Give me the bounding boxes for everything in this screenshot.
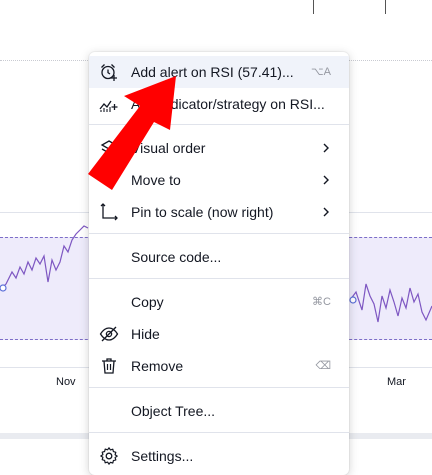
rsi-line-right[interactable]	[349, 283, 432, 323]
menu-item-visual-order[interactable]: Visual order	[89, 132, 349, 164]
menu-item-shortcut: ⌫	[315, 360, 331, 372]
menu-item-pin-to-scale[interactable]: Pin to scale (now right)	[89, 196, 349, 228]
menu-item-label: Source code...	[131, 249, 222, 265]
rsi-point-marker[interactable]	[349, 296, 357, 304]
menu-item-shortcut: ⌘C	[312, 296, 331, 308]
menu-item-hide[interactable]: Hide	[89, 318, 349, 350]
menu-separator	[89, 233, 349, 234]
menu-item-label: Settings...	[131, 448, 194, 464]
alarm-clock-plus-icon	[101, 64, 117, 81]
menu-separator	[89, 432, 349, 433]
trash-icon	[102, 358, 116, 374]
price-tick	[385, 0, 386, 14]
rsi-line-left[interactable]	[0, 225, 89, 291]
menu-separator	[89, 278, 349, 279]
layers-icon	[100, 140, 118, 154]
menu-item-label: Add alert on RSI (57.41)...	[131, 64, 294, 80]
menu-item-label: Add indicator/strategy on RSI...	[131, 96, 325, 112]
rsi-point-marker[interactable]	[0, 284, 7, 292]
menu-item-object-tree[interactable]: Object Tree...	[89, 395, 349, 427]
menu-item-label: Hide	[131, 326, 160, 342]
menu-separator	[89, 124, 349, 125]
menu-item-remove[interactable]: Remove ⌫	[89, 350, 349, 382]
menu-item-label: Remove	[131, 358, 184, 374]
chevron-right-icon	[323, 207, 329, 217]
menu-item-add-alert[interactable]: Add alert on RSI (57.41)... ⌥A	[89, 56, 349, 88]
menu-item-copy[interactable]: Copy ⌘C	[89, 286, 349, 318]
eye-off-icon	[99, 326, 119, 342]
menu-item-settings[interactable]: Settings...	[89, 440, 349, 472]
time-label-mar: Mar	[387, 376, 406, 388]
menu-item-source-code[interactable]: Source code...	[89, 241, 349, 273]
menu-item-label: Visual order	[131, 140, 206, 156]
menu-separator	[89, 387, 349, 388]
gear-icon	[100, 447, 118, 465]
context-menu: Add alert on RSI (57.41)... ⌥A Add indic…	[89, 52, 349, 475]
chevron-right-icon	[323, 175, 329, 185]
menu-item-label: Move to	[131, 172, 181, 188]
menu-item-label: Pin to scale (now right)	[131, 204, 274, 220]
price-tick	[313, 0, 314, 14]
menu-item-add-indicator[interactable]: Add indicator/strategy on RSI...	[89, 88, 349, 120]
time-label-nov: Nov	[56, 376, 76, 388]
menu-item-shortcut: ⌥A	[310, 66, 331, 78]
indicator-plus-icon	[99, 100, 118, 112]
menu-item-label: Object Tree...	[131, 403, 216, 419]
menu-item-move-to[interactable]: Move to	[89, 164, 349, 196]
menu-item-label: Copy	[131, 294, 164, 310]
pin-scale-icon	[100, 203, 118, 221]
chevron-right-icon	[323, 143, 329, 153]
